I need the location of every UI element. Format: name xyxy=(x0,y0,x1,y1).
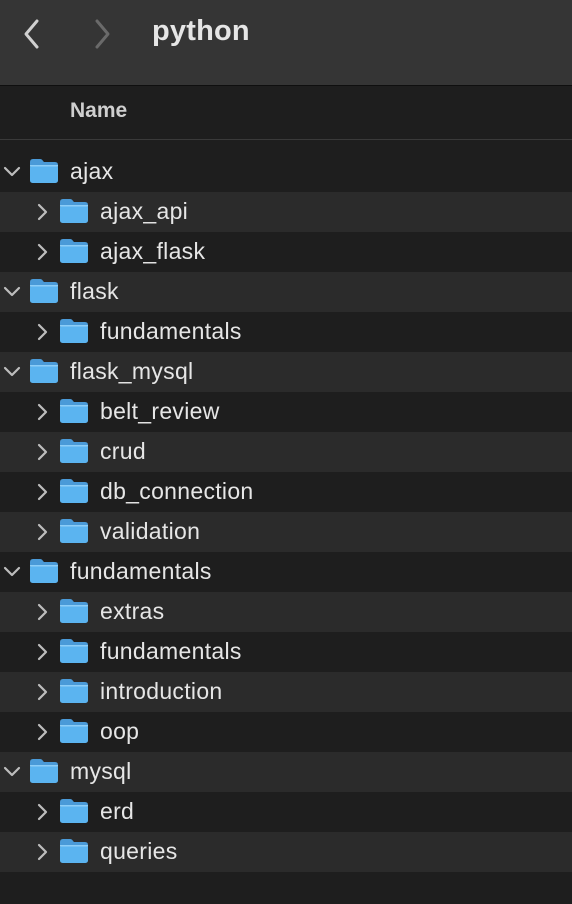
folder-row[interactable]: validation xyxy=(0,512,572,552)
chevron-right-icon[interactable] xyxy=(33,402,53,422)
chevron-right-icon[interactable] xyxy=(33,442,53,462)
folder-row[interactable]: ajax_flask xyxy=(0,232,572,272)
folder-name: fundamentals xyxy=(100,318,242,344)
folder-row-expanded[interactable]: flask_mysql xyxy=(0,352,572,392)
chevron-right-icon[interactable] xyxy=(33,482,53,502)
folder-row-expanded[interactable]: mysql xyxy=(0,752,572,792)
folder-icon xyxy=(59,318,89,344)
folder-icon xyxy=(29,558,59,584)
folder-row[interactable]: erd xyxy=(0,792,572,832)
folder-icon xyxy=(59,638,89,664)
chevron-down-icon[interactable] xyxy=(2,162,22,182)
folder-name: fundamentals xyxy=(70,558,212,584)
folder-name: extras xyxy=(100,598,165,624)
folder-row[interactable]: fundamentals xyxy=(0,632,572,672)
folder-icon xyxy=(59,598,89,624)
folder-icon xyxy=(59,438,89,464)
folder-row[interactable]: oop xyxy=(0,712,572,752)
folder-icon xyxy=(59,238,89,264)
folder-row[interactable]: extras xyxy=(0,592,572,632)
folder-name: introduction xyxy=(100,678,223,704)
folder-icon xyxy=(59,198,89,224)
folder-icon xyxy=(29,358,59,384)
chevron-down-icon[interactable] xyxy=(2,762,22,782)
folder-name: flask_mysql xyxy=(70,358,194,384)
folder-row[interactable]: queries xyxy=(0,832,572,872)
chevron-right-icon[interactable] xyxy=(33,722,53,742)
folder-name: erd xyxy=(100,798,135,824)
folder-name: queries xyxy=(100,838,178,864)
folder-icon xyxy=(29,278,59,304)
folder-name: fundamentals xyxy=(100,638,242,664)
forward-button[interactable] xyxy=(86,18,118,50)
back-button[interactable] xyxy=(16,18,48,50)
folder-name: oop xyxy=(100,718,140,744)
chevron-right-icon[interactable] xyxy=(33,202,53,222)
folder-name: belt_review xyxy=(100,398,220,424)
chevron-down-icon[interactable] xyxy=(2,282,22,302)
folder-icon xyxy=(59,838,89,864)
chevron-right-icon[interactable] xyxy=(33,602,53,622)
chevron-down-icon[interactable] xyxy=(2,362,22,382)
window-title: python xyxy=(152,15,250,47)
folder-row-expanded[interactable]: ajax xyxy=(0,152,572,192)
folder-name: ajax xyxy=(70,158,114,184)
chevron-right-icon[interactable] xyxy=(33,522,53,542)
folder-row[interactable]: introduction xyxy=(0,672,572,712)
column-header-bar: Name xyxy=(0,86,572,140)
name-column-header[interactable]: Name xyxy=(70,99,127,123)
folder-name: crud xyxy=(100,438,146,464)
file-list: ajax ajax_api ajax_flaskflask fundamentals f… xyxy=(0,152,572,872)
folder-icon xyxy=(59,518,89,544)
folder-icon xyxy=(59,398,89,424)
chevron-right-icon[interactable] xyxy=(33,842,53,862)
chevron-down-icon[interactable] xyxy=(2,562,22,582)
chevron-right-icon xyxy=(95,19,110,49)
folder-icon xyxy=(29,758,59,784)
folder-icon xyxy=(59,478,89,504)
folder-row[interactable]: ajax_api xyxy=(0,192,572,232)
folder-icon xyxy=(59,678,89,704)
folder-row[interactable]: crud xyxy=(0,432,572,472)
folder-name: ajax_flask xyxy=(100,238,206,264)
folder-row[interactable]: belt_review xyxy=(0,392,572,432)
folder-icon xyxy=(59,798,89,824)
chevron-right-icon[interactable] xyxy=(33,642,53,662)
folder-icon xyxy=(29,158,59,184)
folder-row-expanded[interactable]: fundamentals xyxy=(0,552,572,592)
window-toolbar: python xyxy=(0,0,572,86)
folder-row-expanded[interactable]: flask xyxy=(0,272,572,312)
folder-name: mysql xyxy=(70,758,132,784)
folder-icon xyxy=(59,718,89,744)
chevron-right-icon[interactable] xyxy=(33,682,53,702)
chevron-left-icon xyxy=(24,19,39,49)
folder-name: db_connection xyxy=(100,478,254,504)
folder-name: validation xyxy=(100,518,201,544)
chevron-right-icon[interactable] xyxy=(33,242,53,262)
folder-name: ajax_api xyxy=(100,198,189,224)
folder-name: flask xyxy=(70,278,119,304)
chevron-right-icon[interactable] xyxy=(33,322,53,342)
chevron-right-icon[interactable] xyxy=(33,802,53,822)
folder-row[interactable]: fundamentals xyxy=(0,312,572,352)
folder-row[interactable]: db_connection xyxy=(0,472,572,512)
